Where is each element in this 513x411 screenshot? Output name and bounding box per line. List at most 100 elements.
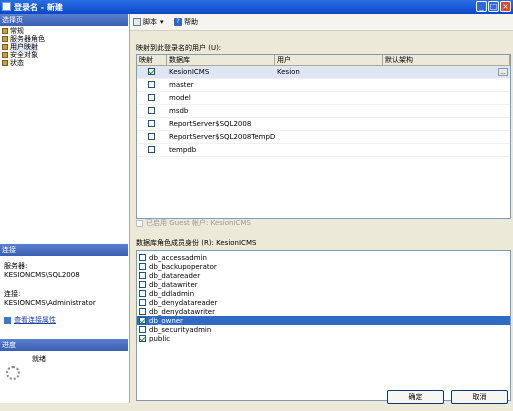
main-panel: 脚本 ▾ ? 帮助 映射到此登录名的用户 (U): 映射 数据库 用户 默认架构 Ke… <box>130 14 513 403</box>
list-item[interactable]: db_denydatawriter <box>137 307 510 316</box>
server-value: KESIONCMS\SQL2008 <box>4 271 80 279</box>
column-header[interactable]: 用户 <box>275 55 383 65</box>
list-item[interactable]: db_backupoperator <box>137 262 510 271</box>
roles-container: db_accessadmin db_backupoperator db_datare… <box>137 251 510 343</box>
view-connection-properties-link[interactable]: 查看连接属性 <box>14 315 56 325</box>
role-label: db_securityadmin <box>149 325 212 334</box>
database-cell: ReportServer$SQL2008 <box>169 120 252 128</box>
list-item[interactable]: db_accessadmin <box>137 253 510 262</box>
grid-body: KesionICMS Kesion... master model msdb Report… <box>137 66 510 157</box>
script-icon <box>133 18 141 26</box>
database-cell: tempdb <box>169 146 197 154</box>
map-checkbox[interactable] <box>148 80 155 88</box>
database-cell: KesionICMS <box>169 68 210 76</box>
role-label: db_datawriter <box>149 280 198 289</box>
sidebar-item-label: 状态 <box>10 59 24 67</box>
role-checkbox[interactable] <box>139 308 146 315</box>
map-checkbox[interactable] <box>148 145 155 153</box>
page-icon <box>2 52 8 58</box>
ok-button[interactable]: 确定 <box>387 390 444 404</box>
guest-checkbox[interactable] <box>136 219 143 227</box>
window-title: 登录名 - 新建 <box>14 3 63 12</box>
schema-browse-button[interactable]: ... <box>498 68 508 76</box>
role-checkbox[interactable] <box>139 281 146 288</box>
help-icon: ? <box>174 18 182 26</box>
window-icon <box>2 2 11 11</box>
role-label: db_denydatareader <box>149 298 218 307</box>
database-cell: ReportServer$SQL2008TempDB <box>169 133 275 141</box>
cancel-button[interactable]: 取消 <box>451 390 508 404</box>
list-item[interactable]: db_owner <box>137 316 510 325</box>
table-row[interactable]: msdb <box>137 105 510 118</box>
user-cell[interactable]: Kesion <box>275 68 383 76</box>
table-row[interactable]: model <box>137 92 510 105</box>
database-cell: master <box>169 81 194 89</box>
role-checkbox[interactable] <box>139 299 146 306</box>
column-header[interactable]: 映射 <box>137 55 167 65</box>
roles-caption: 数据库角色成员身份 (R): KesionICMS <box>136 239 257 247</box>
role-checkbox[interactable] <box>139 254 146 261</box>
table-row[interactable]: master <box>137 79 510 92</box>
close-icon[interactable]: × <box>500 1 511 12</box>
user-mapping-grid: 映射 数据库 用户 默认架构 KesionICMS Kesion... master mod… <box>136 54 511 219</box>
sidebar: 选择页 常规 服务器角色 用户映射 安全对象 状态 连接 服务器: KESIONCMS\… <box>0 14 130 403</box>
script-button[interactable]: 脚本 ▾ <box>133 17 164 27</box>
toolbar: 脚本 ▾ ? 帮助 <box>130 14 513 31</box>
map-cell <box>137 80 167 90</box>
title-bar: 登录名 - 新建 _ □ × <box>0 0 513 14</box>
table-row[interactable]: tempdb <box>137 144 510 157</box>
role-checkbox[interactable] <box>139 263 146 270</box>
role-label: db_accessadmin <box>149 253 207 262</box>
guest-row: 已启用 Guest 帐户: KesionICMS <box>136 218 251 228</box>
list-item[interactable]: db_securityadmin <box>137 325 510 334</box>
column-header[interactable]: 数据库 <box>167 55 275 65</box>
script-label: 脚本 <box>143 18 157 26</box>
map-checkbox[interactable] <box>148 106 155 114</box>
role-checkbox[interactable] <box>139 290 146 297</box>
role-checkbox[interactable] <box>139 317 146 324</box>
pages-header: 选择页 <box>0 14 128 26</box>
map-checkbox[interactable] <box>148 119 155 127</box>
table-row[interactable]: ReportServer$SQL2008 <box>137 118 510 131</box>
help-button[interactable]: ? 帮助 <box>174 17 198 27</box>
role-label: db_backupoperator <box>149 262 217 271</box>
table-row[interactable]: ReportServer$SQL2008TempDB <box>137 131 510 144</box>
connection-info: 服务器: KESIONCMS\SQL2008 连接: KESIONCMS\Adm… <box>4 261 96 325</box>
maximize-icon[interactable]: □ <box>488 1 499 12</box>
role-label: db_datareader <box>149 271 201 280</box>
page-icon <box>2 44 8 50</box>
progress-status: 就绪 <box>32 355 46 363</box>
database-cell: msdb <box>169 107 189 115</box>
help-label: 帮助 <box>184 18 198 26</box>
sidebar-item-4[interactable]: 状态 <box>2 59 45 67</box>
role-checkbox[interactable] <box>139 272 146 279</box>
map-cell <box>137 93 167 103</box>
page-icon <box>2 28 8 34</box>
map-checkbox[interactable] <box>148 67 155 75</box>
connection-label: 连接: <box>4 290 21 298</box>
progress-spinner-icon <box>6 366 20 380</box>
list-item[interactable]: db_datawriter <box>137 280 510 289</box>
list-item[interactable]: public <box>137 334 510 343</box>
map-checkbox[interactable] <box>148 93 155 101</box>
map-checkbox[interactable] <box>148 132 155 140</box>
server-label: 服务器: <box>4 262 28 270</box>
map-cell <box>137 132 167 142</box>
chevron-down-icon[interactable]: ▾ <box>160 18 164 26</box>
role-membership-list: db_accessadmin db_backupoperator db_datare… <box>136 250 511 401</box>
column-header[interactable]: 默认架构 <box>383 55 510 65</box>
role-label: public <box>149 334 171 343</box>
page-icon <box>2 36 8 42</box>
page-icon <box>2 60 8 66</box>
list-item[interactable]: db_ddladmin <box>137 289 510 298</box>
list-item[interactable]: db_denydatareader <box>137 298 510 307</box>
role-checkbox[interactable] <box>139 326 146 333</box>
connection-header: 连接 <box>0 244 128 256</box>
table-row[interactable]: KesionICMS Kesion... <box>137 66 510 79</box>
properties-icon <box>4 316 11 324</box>
role-label: db_ddladmin <box>149 289 195 298</box>
minimize-icon[interactable]: _ <box>476 1 487 12</box>
list-item[interactable]: db_datareader <box>137 271 510 280</box>
map-cell <box>137 145 167 155</box>
role-checkbox[interactable] <box>139 335 146 342</box>
